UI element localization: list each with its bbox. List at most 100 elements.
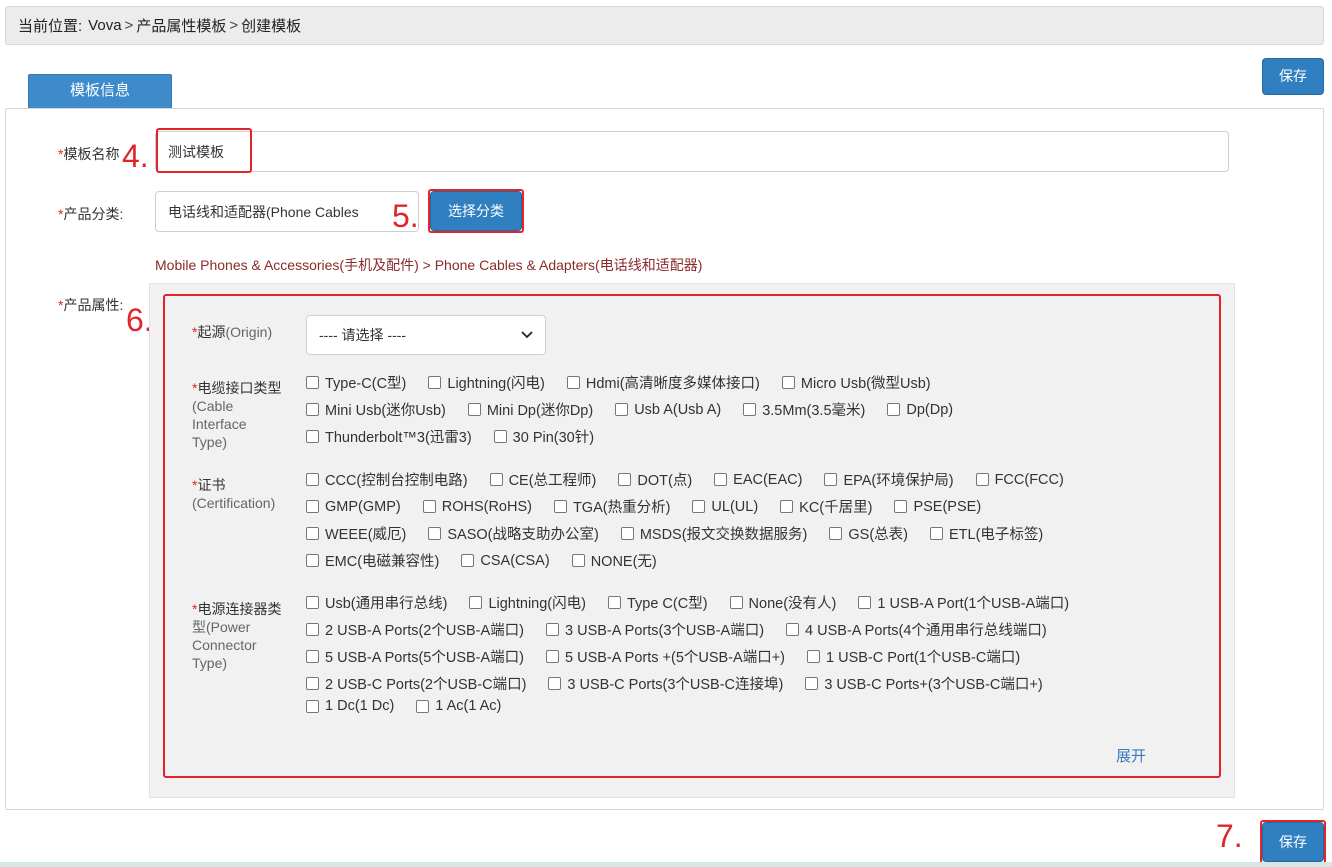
checkbox-option[interactable]: 3.5Mm(3.5毫米)	[743, 399, 865, 420]
checkbox[interactable]	[306, 650, 319, 663]
checkbox-option[interactable]: CCC(控制台控制电路)	[306, 469, 468, 490]
template-name-input[interactable]: 测试模板	[155, 131, 1229, 172]
tab-template-info[interactable]: 模板信息	[28, 74, 172, 108]
checkbox[interactable]	[807, 650, 820, 663]
checkbox[interactable]	[858, 596, 872, 609]
checkbox-option[interactable]: Lightning(闪电)	[428, 372, 545, 393]
checkbox[interactable]	[306, 376, 319, 389]
checkbox-option[interactable]: 5 USB-A Ports +(5个USB-A端口+)	[546, 646, 785, 667]
checkbox[interactable]	[743, 403, 757, 416]
checkbox[interactable]	[829, 527, 843, 540]
checkbox[interactable]	[306, 473, 319, 486]
checkbox-option[interactable]: ETL(电子标签)	[929, 523, 1043, 544]
checkbox[interactable]	[714, 473, 728, 486]
checkbox[interactable]	[546, 650, 560, 663]
checkbox-option[interactable]: Usb A(Usb A)	[615, 402, 721, 418]
checkbox[interactable]	[692, 500, 706, 513]
checkbox-option[interactable]: Type C(C型)	[607, 592, 708, 613]
checkbox[interactable]	[306, 527, 319, 540]
checkbox-option[interactable]: GS(总表)	[829, 523, 908, 544]
checkbox-option[interactable]: 2 USB-A Ports(2个USB-A端口)	[306, 619, 524, 640]
checkbox-option[interactable]: PSE(PSE)	[894, 499, 981, 515]
checkbox[interactable]	[306, 623, 319, 636]
checkbox-option[interactable]: 3 USB-C Ports+(3个USB-C端口+)	[805, 673, 1043, 694]
category-input[interactable]: 电话线和适配器(Phone Cables	[155, 191, 419, 232]
checkbox-option[interactable]: Mini Dp(迷你Dp)	[467, 399, 593, 420]
checkbox[interactable]	[620, 527, 634, 540]
checkbox[interactable]	[824, 473, 838, 486]
checkbox-option[interactable]: 3 USB-C Ports(3个USB-C连接埠)	[548, 673, 783, 694]
checkbox[interactable]	[894, 500, 908, 513]
checkbox[interactable]	[306, 403, 319, 416]
checkbox[interactable]	[618, 473, 632, 486]
checkbox-option[interactable]: 2 USB-C Ports(2个USB-C端口)	[306, 673, 526, 694]
checkbox-option[interactable]: None(没有人)	[729, 592, 836, 613]
checkbox-option[interactable]: TGA(热重分析)	[553, 496, 670, 517]
checkbox[interactable]	[422, 500, 436, 513]
checkbox[interactable]	[781, 376, 795, 389]
checkbox[interactable]	[548, 677, 562, 690]
checkbox-option[interactable]: 1 USB-C Port(1个USB-C端口)	[807, 646, 1020, 667]
checkbox[interactable]	[306, 596, 319, 609]
checkbox[interactable]	[780, 500, 794, 513]
checkbox-option[interactable]: DOT(点)	[618, 469, 692, 490]
checkbox-option[interactable]: 1 Ac(1 Ac)	[416, 698, 501, 714]
checkbox-option[interactable]: Type-C(C型)	[306, 372, 406, 393]
checkbox-option[interactable]: EAC(EAC)	[714, 472, 802, 488]
checkbox-option[interactable]: 30 Pin(30针)	[493, 426, 594, 447]
checkbox[interactable]	[306, 430, 319, 443]
checkbox[interactable]	[571, 554, 585, 567]
checkbox-option[interactable]: Thunderbolt™3(迅雷3)	[306, 426, 472, 447]
checkbox[interactable]	[493, 430, 507, 443]
save-button-bottom[interactable]: 保存	[1262, 822, 1324, 862]
checkbox[interactable]	[786, 623, 800, 636]
checkbox-option[interactable]: 4 USB-A Ports(4个通用串行总线端口)	[786, 619, 1047, 640]
checkbox[interactable]	[416, 699, 430, 713]
checkbox-option[interactable]: CSA(CSA)	[461, 553, 550, 569]
checkbox[interactable]	[975, 473, 989, 486]
checkbox[interactable]	[887, 403, 901, 416]
checkbox[interactable]	[729, 596, 743, 609]
checkbox[interactable]	[306, 554, 319, 567]
checkbox-option[interactable]: Micro Usb(微型Usb)	[781, 372, 931, 393]
checkbox[interactable]	[461, 554, 475, 567]
checkbox[interactable]	[469, 596, 483, 609]
checkbox-option[interactable]: 1 Dc(1 Dc)	[306, 698, 394, 714]
checkbox[interactable]	[428, 527, 442, 540]
checkbox[interactable]	[306, 677, 319, 690]
checkbox[interactable]	[566, 376, 580, 389]
checkbox[interactable]	[929, 527, 943, 540]
checkbox-option[interactable]: CE(总工程师)	[489, 469, 596, 490]
checkbox-option[interactable]: 3 USB-A Ports(3个USB-A端口)	[546, 619, 764, 640]
checkbox[interactable]	[306, 699, 319, 713]
checkbox-option[interactable]: 1 USB-A Port(1个USB-A端口)	[858, 592, 1069, 613]
choose-category-button[interactable]: 选择分类	[430, 191, 522, 231]
checkbox[interactable]	[805, 677, 819, 690]
checkbox[interactable]	[467, 403, 481, 416]
checkbox[interactable]	[306, 500, 319, 513]
breadcrumb-item-attribute-template[interactable]: 产品属性模板	[136, 15, 226, 36]
checkbox[interactable]	[553, 500, 567, 513]
checkbox-option[interactable]: UL(UL)	[692, 499, 758, 515]
checkbox-option[interactable]: EPA(环境保护局)	[824, 469, 954, 490]
checkbox-option[interactable]: MSDS(报文交换数据服务)	[620, 523, 807, 544]
checkbox-option[interactable]: WEEE(威厄)	[306, 523, 406, 544]
checkbox-option[interactable]: Mini Usb(迷你Usb)	[306, 399, 446, 420]
expand-link[interactable]: 展开	[1116, 745, 1146, 766]
origin-select[interactable]: ---- 请选择 ----	[306, 315, 546, 355]
checkbox[interactable]	[607, 596, 621, 609]
checkbox-option[interactable]: Hdmi(高清晰度多媒体接口)	[566, 372, 760, 393]
checkbox-option[interactable]: KC(千居里)	[780, 496, 872, 517]
checkbox-option[interactable]: Usb(通用串行总线)	[306, 592, 447, 613]
checkbox-option[interactable]: EMC(电磁兼容性)	[306, 550, 439, 571]
checkbox[interactable]	[615, 403, 629, 416]
checkbox-option[interactable]: SASO(战略支助办公室)	[428, 523, 599, 544]
checkbox[interactable]	[428, 376, 442, 389]
checkbox-option[interactable]: NONE(无)	[571, 550, 657, 571]
checkbox[interactable]	[489, 473, 503, 486]
breadcrumb-item-vova[interactable]: Vova	[88, 17, 121, 34]
save-button-top[interactable]: 保存	[1262, 58, 1324, 95]
checkbox[interactable]	[546, 623, 560, 636]
checkbox-option[interactable]: Dp(Dp)	[887, 402, 953, 418]
checkbox-option[interactable]: GMP(GMP)	[306, 499, 401, 515]
